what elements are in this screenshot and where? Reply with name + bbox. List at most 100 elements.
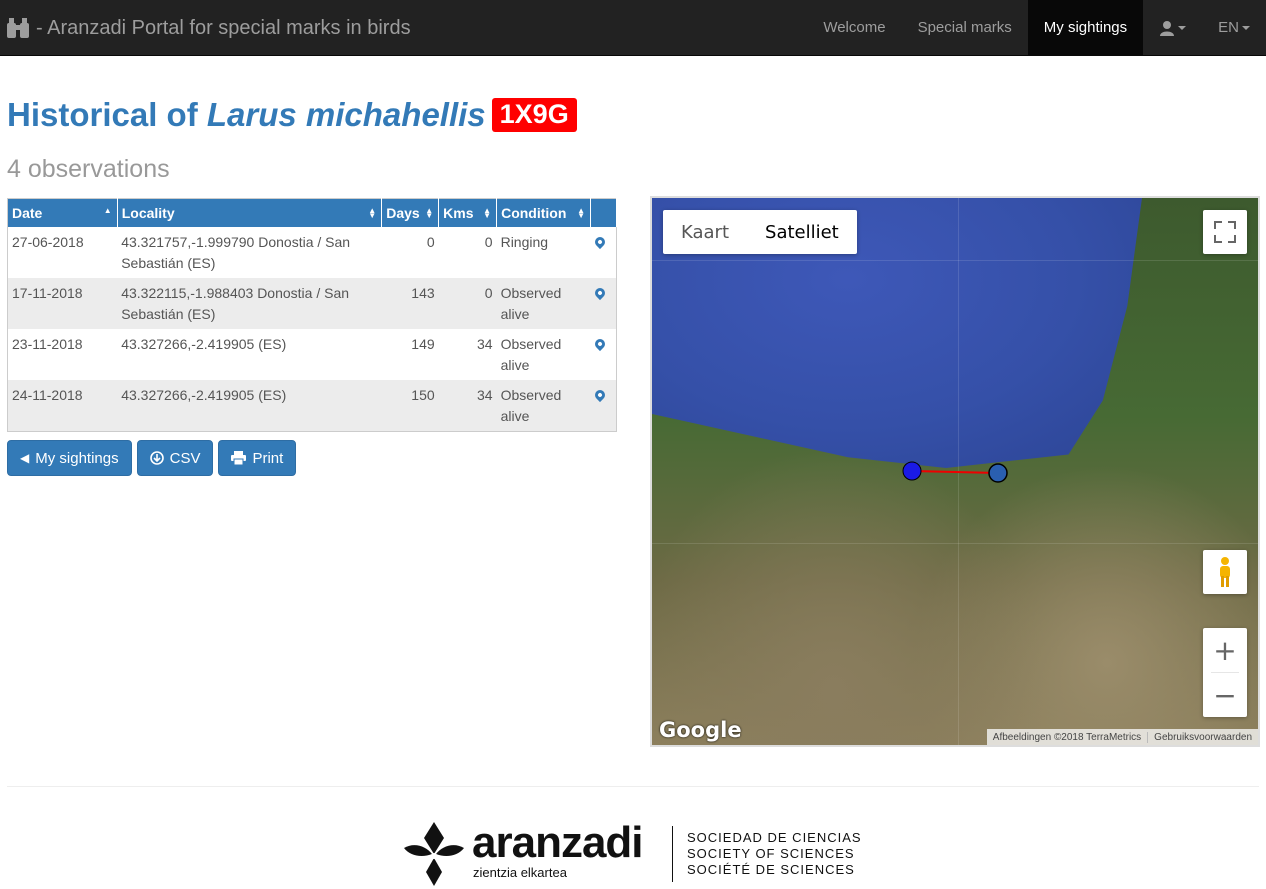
table-row: 27-06-2018 43.321757,-1.999790 Donostia …: [7, 226, 617, 278]
terms-link[interactable]: Gebruiksvoorwaarden: [1147, 731, 1258, 743]
fullscreen-icon: [1228, 221, 1236, 229]
aranzadi-logo-icon: [404, 822, 464, 886]
attribution-text: Afbeeldingen ©2018 TerraMetrics: [992, 731, 1142, 743]
cell-locality: 43.327266,-2.419905 (ES): [117, 379, 382, 431]
cell-locality: 43.321757,-1.999790 Donostia / San Sebas…: [117, 226, 382, 278]
download-icon: [149, 451, 164, 465]
map-marker-icon[interactable]: [592, 285, 607, 300]
cell-locality: 43.322115,-1.988403 Donostia / San Sebas…: [117, 277, 382, 329]
title-prefix: Historical of: [7, 96, 198, 133]
cell-days: 143: [381, 277, 439, 329]
cell-kms: 34: [438, 328, 497, 380]
tagline-line: SOCIÉTÉ DE SCIENCES: [687, 862, 855, 877]
chevron-left-icon: ◀: [20, 451, 30, 465]
tagline-line: SOCIEDAD DE CIENCIAS: [687, 830, 862, 845]
brand-text: - Aranzadi Portal for special marks in b…: [36, 16, 411, 39]
cell-condition: Observed alive: [496, 379, 591, 431]
column-condition[interactable]: Condition ▲ ▼: [496, 198, 591, 227]
cell-locate: [590, 226, 617, 278]
cell-date: 17-11-2018: [7, 277, 118, 329]
footer-divider: [7, 786, 1259, 787]
cell-days: 150: [381, 379, 439, 431]
column-label: Condition: [501, 204, 567, 221]
sightings-map[interactable]: Kaart Satelliet + − Google Afbeeldingen …: [650, 196, 1260, 747]
table-header-row: Date ▲ Locality ▲ ▼ Days ▲ ▼ Kms ▲ ▼ Condition ▲…: [7, 198, 617, 227]
map-marker-icon[interactable]: [592, 387, 607, 402]
cell-kms: 0: [438, 226, 497, 278]
table-row: 17-11-2018 43.322115,-1.988403 Donostia …: [7, 277, 617, 329]
map-type-control: Kaart Satelliet: [663, 210, 857, 254]
binoculars-icon: [7, 18, 29, 38]
footer-logo: aranzadi zientzia elkartea SOCIEDAD DE C…: [400, 814, 870, 886]
cell-kms: 0: [438, 277, 497, 329]
button-label: CSV: [169, 449, 201, 467]
logo-divider: [672, 826, 673, 882]
column-days[interactable]: Days ▲ ▼: [381, 198, 440, 227]
my-sightings-button[interactable]: ◀ My sightings: [7, 440, 132, 476]
track-overlay: [902, 461, 1008, 483]
column-label: Kms: [443, 204, 474, 221]
cell-kms: 34: [438, 379, 497, 431]
sighting-marker: [988, 463, 1008, 483]
language-menu[interactable]: EN: [1202, 0, 1266, 55]
sort-icon: ▲ ▼: [425, 206, 434, 220]
table-row: 23-11-2018 43.327266,-2.419905 (ES) 149 …: [7, 328, 617, 380]
cell-days: 149: [381, 328, 439, 380]
csv-button[interactable]: CSV: [136, 440, 214, 476]
nav-my-sightings[interactable]: My sightings: [1027, 0, 1144, 55]
chevron-down-icon: [1242, 25, 1250, 30]
button-label: My sightings: [35, 449, 119, 467]
map-type-map[interactable]: Kaart: [663, 210, 747, 254]
column-label: Date: [12, 204, 43, 221]
sighting-marker: [902, 461, 922, 481]
nav-special-marks[interactable]: Special marks: [902, 0, 1028, 55]
google-logo: Google: [659, 718, 742, 742]
sort-icon: ▲ ▼: [483, 206, 492, 220]
zoom-control: + −: [1203, 628, 1247, 717]
logo-wordmark: aranzadi: [472, 818, 644, 867]
cell-locate: [590, 379, 617, 431]
column-date[interactable]: Date ▲: [7, 198, 118, 227]
column-locality[interactable]: Locality ▲ ▼: [117, 198, 383, 227]
nav-welcome[interactable]: Welcome: [807, 0, 901, 55]
button-label: Print: [252, 449, 284, 467]
sort-asc-icon: ▲: [103, 206, 112, 215]
fullscreen-icon: [1214, 235, 1222, 243]
tagline-line: SOCIETY OF SCIENCES: [687, 846, 855, 861]
column-locate: [590, 198, 617, 227]
cell-days: 0: [381, 226, 439, 278]
track-line: [911, 470, 999, 474]
cell-date: 23-11-2018: [7, 328, 118, 380]
brand-link[interactable]: - Aranzadi Portal for special marks in b…: [6, 0, 411, 56]
fullscreen-icon: [1214, 221, 1222, 229]
zoom-out-button[interactable]: −: [1203, 673, 1247, 717]
column-label: Days: [386, 204, 420, 221]
map-attribution: Afbeeldingen ©2018 TerraMetrics Gebruiks…: [986, 729, 1258, 745]
fullscreen-icon: [1228, 235, 1236, 243]
cell-locate: [590, 277, 617, 329]
user-icon: [1160, 20, 1175, 36]
ring-code-badge: 1X9G: [491, 98, 577, 132]
street-view-pegman[interactable]: [1203, 550, 1247, 594]
sort-icon: ▲ ▼: [368, 206, 377, 220]
user-menu[interactable]: [1143, 0, 1202, 55]
column-kms[interactable]: Kms ▲ ▼: [438, 198, 498, 227]
cell-condition: Observed alive: [496, 328, 591, 380]
cell-date: 27-06-2018: [7, 226, 118, 278]
cell-locality: 43.327266,-2.419905 (ES): [117, 328, 382, 380]
observations-table: Date ▲ Locality ▲ ▼ Days ▲ ▼ Kms ▲ ▼ Condition ▲…: [7, 198, 617, 432]
species-name: Larus michahellis: [206, 96, 486, 133]
print-icon: [231, 451, 247, 465]
map-marker-icon[interactable]: [592, 234, 607, 249]
map-marker-icon[interactable]: [592, 336, 607, 351]
nav-menu: Welcome Special marks My sightings EN: [807, 0, 1266, 55]
map-type-satellite[interactable]: Satelliet: [747, 210, 857, 254]
fullscreen-button[interactable]: [1203, 210, 1247, 254]
zoom-in-button[interactable]: +: [1203, 628, 1247, 672]
cell-condition: Observed alive: [496, 277, 591, 329]
column-label: Locality: [121, 204, 175, 221]
cell-date: 24-11-2018: [7, 379, 118, 431]
cell-locate: [590, 328, 617, 380]
language-label: EN: [1218, 19, 1239, 36]
print-button[interactable]: Print: [218, 440, 297, 476]
